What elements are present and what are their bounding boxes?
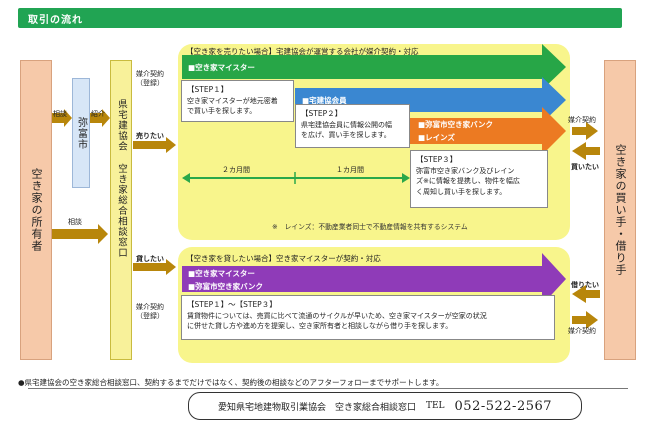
period-arrow-right-head [402, 173, 410, 183]
bar-akiya-meister: ■空き家マイスター [188, 63, 255, 72]
contact-org: 愛知県宅地建物取引業協会 空き家総合相談窓口 [217, 402, 416, 413]
rent-title: 【空き家を貸したい場合】空き家マイスターが契約・対応 [186, 254, 381, 263]
owner-label: 空き家の所有者 [30, 168, 43, 252]
center-label: 県宅建協会 空き家総合相談窓口 [115, 99, 127, 258]
rent-label: 貸したい [136, 255, 164, 263]
contact-tel: 052-522-2567 [454, 398, 553, 414]
period-arrow-left-head [182, 173, 190, 183]
center-box: 県宅建協会 空き家総合相談窓口 [110, 60, 132, 360]
city-label: 弥富市 [75, 116, 87, 150]
sell-title: 【空き家を売りたい場合】宅建協会が運営する会社が媒介契約・対応 [186, 47, 419, 56]
buyer-label: 空き家の買い手・借り手 [614, 144, 627, 276]
bottom-divider [28, 388, 628, 389]
buy-label: 買いたい [571, 163, 599, 171]
contact-tel-label: TEL [425, 401, 445, 411]
buyer-box: 空き家の買い手・借り手 [604, 60, 636, 360]
intro-label: 紹介 [91, 110, 105, 118]
sell-step1: 【STEP１】 空き家マイスターが地元密着 で買い手を探します。 [181, 80, 294, 122]
bottom-note: ●県宅建協会の空き家総合相談窓口、契約するまでだけではなく、契約後の相談などのア… [18, 378, 444, 387]
flow-arrows [52, 44, 600, 329]
arrow-buyer-to-sell [572, 142, 600, 160]
bar-city-bank: ■弥富市空き家バンク [418, 120, 493, 129]
sell-step2: 【STEP２】 県宅建協会員に情報公開の幅 を広げ、買い手を探します。 [295, 104, 410, 148]
period-one-month: １カ月間 [336, 166, 364, 174]
rent-bar-akiya-meister: ■空き家マイスター [188, 269, 255, 278]
owner-box: 空き家の所有者 [20, 60, 52, 360]
period-two-months: ２カ月間 [222, 166, 250, 174]
rent-step: 【STEP１】～【STEP３】 賃貸物件については、売買に比べて流通のサイクルが… [181, 295, 555, 340]
mediation-right-bottom-label: 媒介契約 [568, 327, 596, 335]
mediation-right-top-label: 媒介契約 [568, 116, 596, 124]
mediation-top-label: 媒介契約 （登録） [136, 70, 164, 88]
contact-box: 愛知県宅地建物取引業協会 空き家総合相談窓口 TEL 052-522-2567 [188, 392, 582, 420]
city-box: 弥富市 [72, 78, 90, 188]
sell-step3: 【STEP３】 弥富市空き家バンク及びレイン ズ※に情報を提携し、物件を幅広 く… [410, 150, 548, 208]
bar-reins: ■レインズ [418, 133, 455, 142]
sell-label: 売りたい [136, 132, 164, 140]
borrow-label: 借りたい [571, 281, 599, 289]
consult-top-label: 相談 [53, 110, 67, 118]
consult-mid-label: 相談 [68, 218, 82, 226]
reins-note: ※ レインズ：不動産業者同士で不動産情報を共有するシステム [272, 223, 468, 231]
rent-bar-city-bank: ■弥富市空き家バンク [188, 282, 263, 291]
mediation-bottom-label: 媒介契約 （登録） [136, 303, 164, 321]
